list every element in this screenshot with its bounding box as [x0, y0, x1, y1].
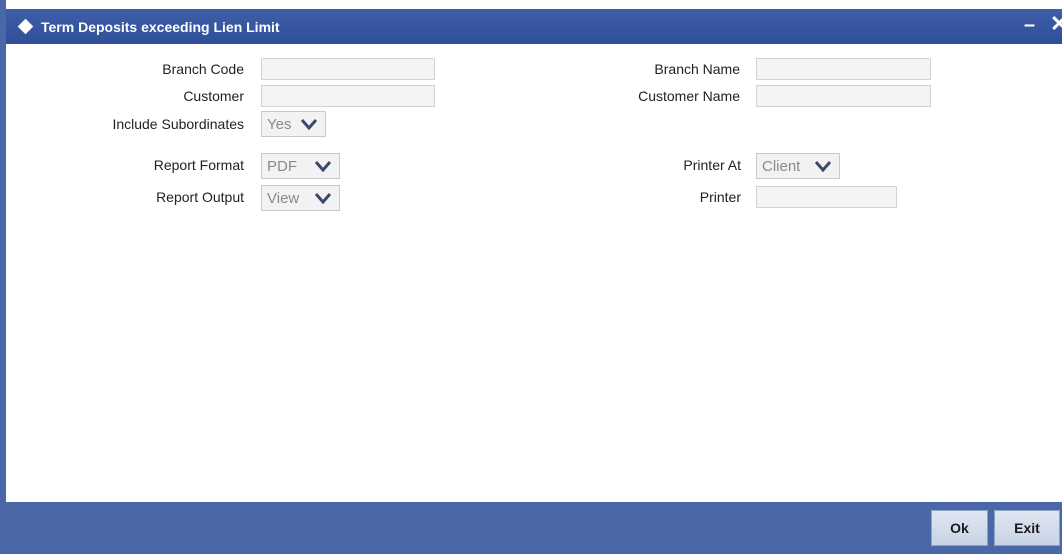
exit-button[interactable]: Exit — [994, 510, 1060, 546]
branch-code-label: Branch Code — [162, 61, 244, 77]
customer-name-label: Customer Name — [638, 88, 740, 104]
report-output-value: View — [267, 190, 300, 207]
branch-name-label: Branch Name — [654, 61, 740, 77]
report-output-label: Report Output — [156, 189, 244, 205]
close-button[interactable]: ✕ — [1050, 13, 1062, 35]
printer-at-value: Client — [762, 158, 801, 175]
chevron-down-icon — [315, 161, 331, 173]
printer-field[interactable] — [756, 186, 897, 208]
include-subordinates-label: Include Subordinates — [112, 116, 244, 132]
diamond-icon — [17, 18, 34, 35]
include-subordinates-select[interactable]: Yes — [261, 111, 326, 137]
chevron-down-icon — [815, 161, 831, 173]
chevron-down-icon — [315, 193, 331, 205]
footer-bar — [6, 502, 1062, 554]
branch-code-field[interactable] — [261, 58, 435, 80]
title-bar: Term Deposits exceeding Lien Limit – ✕ — [6, 9, 1062, 44]
chevron-down-icon — [301, 119, 317, 131]
branch-name-field[interactable] — [756, 58, 931, 80]
report-output-select[interactable]: View — [261, 185, 340, 211]
minimize-button[interactable]: – — [1024, 14, 1038, 36]
printer-at-label: Printer At — [683, 157, 741, 173]
customer-field[interactable] — [261, 85, 435, 107]
customer-name-field[interactable] — [756, 85, 931, 107]
report-window: Term Deposits exceeding Lien Limit – ✕ B… — [0, 0, 1062, 554]
include-subordinates-value: Yes — [267, 116, 292, 133]
window-title: Term Deposits exceeding Lien Limit — [41, 19, 280, 35]
report-format-value: PDF — [267, 158, 297, 175]
printer-at-select[interactable]: Client — [756, 153, 840, 179]
report-format-label: Report Format — [153, 157, 244, 173]
customer-label: Customer — [183, 88, 244, 104]
report-format-select[interactable]: PDF — [261, 153, 340, 179]
ok-button[interactable]: Ok — [931, 510, 988, 546]
top-strip — [6, 0, 1062, 9]
printer-label: Printer — [699, 189, 741, 205]
